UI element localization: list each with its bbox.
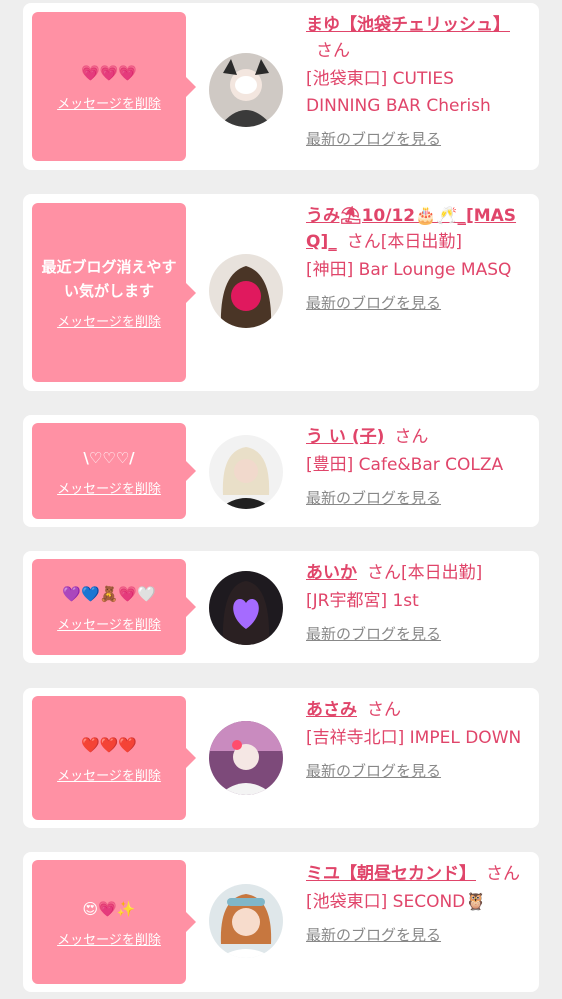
- cast-name-line: あいか さん[本日出勤]: [306, 560, 532, 586]
- cast-name-line: まゆ【池袋チェリッシュ】さん: [306, 12, 532, 64]
- latest-blog-link[interactable]: 最新のブログを見る: [306, 760, 441, 781]
- delete-message-link[interactable]: メッセージを削除: [57, 765, 161, 784]
- cast-honorific: さん: [486, 864, 520, 884]
- shop-name: [池袋東口] CUTIES DINNING BAR Cherish: [306, 69, 491, 116]
- shop-name: [JR宇都宮] 1st: [306, 591, 419, 611]
- message-card: 😍💗✨ メッセージを削除 ミユ【朝昼セカンド】 さん [池袋東口] SECOND🦉…: [23, 852, 539, 992]
- avatar[interactable]: [209, 571, 283, 645]
- cast-info: あいか さん[本日出勤] [JR宇都宮] 1st 最新のブログを見る: [306, 560, 532, 644]
- cast-honorific: さん[本日出勤]: [346, 232, 462, 252]
- latest-blog-link[interactable]: 最新のブログを見る: [306, 128, 441, 149]
- cast-info: まゆ【池袋チェリッシュ】さん [池袋東口] CUTIES DINNING BAR…: [306, 12, 532, 149]
- cast-honorific: さん: [394, 427, 429, 447]
- latest-blog-link[interactable]: 最新のブログを見る: [306, 623, 441, 644]
- cast-name-link[interactable]: あさみ: [306, 700, 357, 720]
- shop-name: [豊田] Cafe&Bar COLZA: [306, 455, 504, 475]
- cast-info: あさみ さん [吉祥寺北口] IMPEL DOWN 最新のブログを見る: [306, 697, 532, 781]
- message-bubble: \♡♡♡/ メッセージを削除: [32, 423, 196, 519]
- message-bubble: 💜💙🧸💗🤍 メッセージを削除: [32, 559, 196, 655]
- cast-name-line: あさみ さん: [306, 697, 532, 723]
- message-list: 💗💗💗 メッセージを削除 まゆ【池袋チェリッシュ】さん [池袋東口] CUTIE…: [0, 0, 562, 999]
- delete-message-link[interactable]: メッセージを削除: [57, 311, 161, 330]
- shop-name: [池袋東口] SECOND🦉: [306, 892, 487, 912]
- message-card: ❤️❤️❤️ メッセージを削除 あさみ さん [吉祥寺北口] IMPEL DOWN…: [23, 688, 539, 828]
- delete-message-link[interactable]: メッセージを削除: [57, 478, 161, 497]
- avatar[interactable]: [209, 254, 283, 328]
- shop-name: [神田] Bar Lounge MASQ: [306, 260, 512, 280]
- message-card: \♡♡♡/ メッセージを削除 う い (子) さん [豊田] Cafe&Bar C…: [23, 415, 539, 527]
- delete-message-link[interactable]: メッセージを削除: [57, 614, 161, 633]
- message-text: 💜💙🧸💗🤍: [62, 584, 156, 603]
- cast-name-link[interactable]: ミユ【朝昼セカンド】: [306, 864, 476, 884]
- cast-name-link[interactable]: う い (子): [306, 427, 384, 447]
- cast-name-line: う い (子) さん: [306, 424, 532, 450]
- avatar[interactable]: [209, 53, 283, 127]
- cast-name-line: うみ⛱10/12🎂🥂_[MASQ]_ さん[本日出勤]: [306, 203, 532, 255]
- message-card: 💗💗💗 メッセージを削除 まゆ【池袋チェリッシュ】さん [池袋東口] CUTIE…: [23, 3, 539, 170]
- cast-name-line: ミユ【朝昼セカンド】 さん: [306, 861, 532, 887]
- message-card: 💜💙🧸💗🤍 メッセージを削除 あいか さん[本日出勤] [JR宇都宮] 1st 最…: [23, 551, 539, 663]
- cast-info: うみ⛱10/12🎂🥂_[MASQ]_ さん[本日出勤] [神田] Bar Loun…: [306, 203, 532, 313]
- message-text: 💗💗💗: [80, 64, 138, 82]
- avatar[interactable]: [209, 884, 283, 958]
- delete-message-link[interactable]: メッセージを削除: [57, 929, 161, 948]
- message-card: 最近ブログ消えやすい気がします メッセージを削除 うみ⛱10/12🎂🥂_[MAS…: [23, 194, 539, 391]
- latest-blog-link[interactable]: 最新のブログを見る: [306, 292, 441, 313]
- avatar[interactable]: [209, 721, 283, 795]
- cast-honorific: さん: [367, 700, 401, 720]
- message-bubble: 最近ブログ消えやすい気がします メッセージを削除: [32, 203, 196, 382]
- message-bubble: 💗💗💗 メッセージを削除: [32, 12, 196, 161]
- cast-name-link[interactable]: まゆ【池袋チェリッシュ】: [306, 15, 510, 35]
- message-text: ❤️❤️❤️: [80, 735, 138, 754]
- message-text: 😍💗✨: [82, 899, 136, 918]
- cast-honorific: さん[本日出勤]: [367, 563, 483, 583]
- avatar[interactable]: [209, 435, 283, 509]
- cast-name-link[interactable]: あいか: [306, 563, 357, 583]
- message-bubble: ❤️❤️❤️ メッセージを削除: [32, 696, 196, 820]
- delete-message-link[interactable]: メッセージを削除: [57, 93, 161, 112]
- latest-blog-link[interactable]: 最新のブログを見る: [306, 487, 441, 508]
- cast-honorific: さん: [316, 41, 350, 61]
- message-text: \♡♡♡/: [83, 448, 135, 467]
- cast-info: ミユ【朝昼セカンド】 さん [池袋東口] SECOND🦉 最新のブログを見る: [306, 861, 532, 945]
- message-text: 最近ブログ消えやすい気がします: [41, 258, 177, 300]
- shop-name: [吉祥寺北口] IMPEL DOWN: [306, 728, 522, 748]
- cast-info: う い (子) さん [豊田] Cafe&Bar COLZA 最新のブログを見る: [306, 424, 532, 508]
- latest-blog-link[interactable]: 最新のブログを見る: [306, 924, 441, 945]
- message-bubble: 😍💗✨ メッセージを削除: [32, 860, 196, 984]
